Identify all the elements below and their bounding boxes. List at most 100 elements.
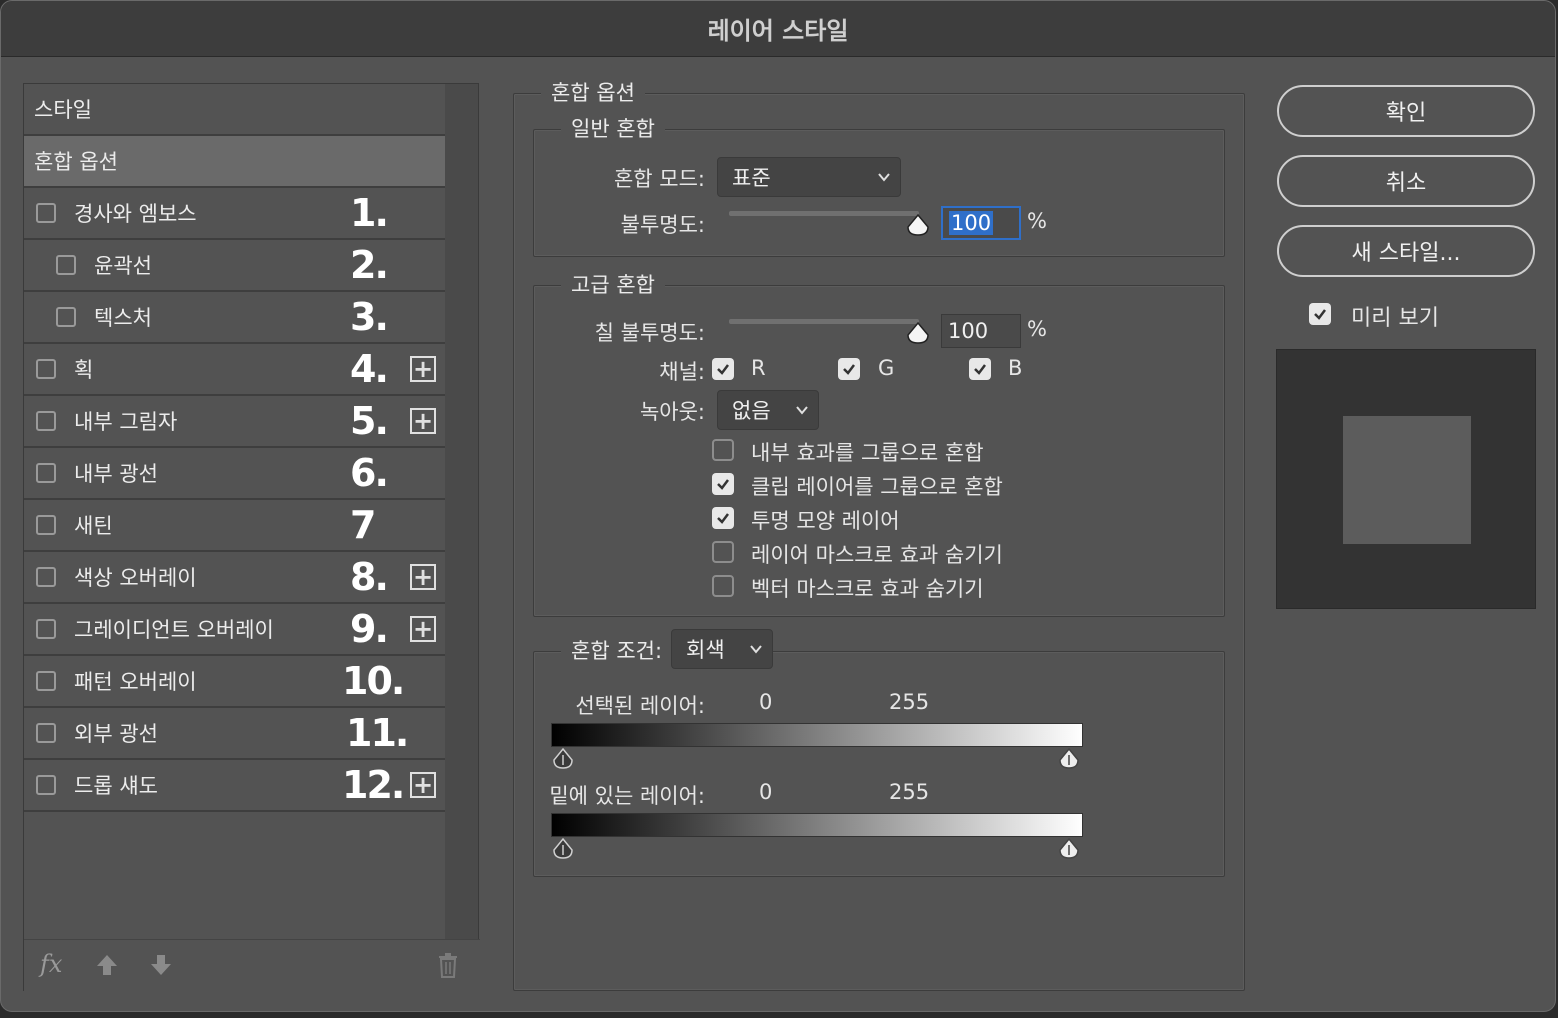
add-icon[interactable]: + — [410, 616, 436, 642]
preview-checkbox[interactable] — [1309, 303, 1331, 325]
checkmark-icon — [717, 479, 729, 490]
fill-opacity-value: 100 — [948, 319, 989, 343]
opacity-input[interactable]: 100 — [941, 206, 1021, 240]
style-item-label: 외부 광선 — [74, 722, 158, 746]
style-item-label: 텍스처 — [94, 306, 152, 330]
preview-label: 미리 보기 — [1351, 306, 1439, 331]
this-layer-gradient — [551, 723, 1083, 747]
style-checkbox[interactable] — [36, 411, 56, 431]
arrow-up-icon[interactable] — [94, 952, 120, 984]
blend-clipped-layers-checkbox[interactable] — [712, 473, 734, 495]
opacity-slider-thumb[interactable] — [905, 213, 931, 237]
style-number: 9. — [350, 607, 389, 651]
this-layer-black-handle[interactable] — [551, 747, 575, 771]
checkmark-icon — [1314, 309, 1326, 320]
style-number: 11. — [346, 711, 409, 755]
style-item-satin[interactable]: 새틴 7 — [24, 500, 446, 552]
channel-r-checkbox[interactable] — [712, 358, 734, 380]
this-layer-label: 선택된 레이어: — [575, 694, 705, 718]
transparency-shapes-checkbox[interactable] — [712, 507, 734, 529]
underlying-black-handle[interactable] — [551, 837, 575, 861]
style-checkbox[interactable] — [36, 567, 56, 587]
styles-header[interactable]: 스타일 — [24, 84, 446, 136]
style-item-outer-glow[interactable]: 외부 광선 11. — [24, 708, 446, 760]
style-item-label: 내부 광선 — [74, 462, 158, 486]
style-number: 12. — [342, 763, 405, 807]
blend-mode-select[interactable]: 표준 — [717, 157, 901, 197]
ok-button[interactable]: 확인 — [1277, 85, 1535, 137]
style-checkbox[interactable] — [36, 463, 56, 483]
fill-opacity-slider-track[interactable] — [729, 319, 919, 324]
fill-opacity-percent: % — [1027, 317, 1047, 341]
opacity-slider-track[interactable] — [729, 211, 919, 216]
style-item-label: 새틴 — [74, 514, 113, 538]
style-item-bevel-emboss[interactable]: 경사와 엠보스 1. — [24, 188, 446, 240]
blend-mode-value: 표준 — [732, 166, 771, 190]
style-checkbox[interactable] — [36, 671, 56, 691]
fx-icon[interactable]: fx — [40, 950, 62, 978]
style-checkbox[interactable] — [36, 359, 56, 379]
fill-opacity-input[interactable]: 100 — [941, 314, 1021, 348]
fill-opacity-slider-thumb[interactable] — [905, 321, 931, 345]
channel-b-label: B — [1008, 356, 1023, 380]
underlying-layer-label: 밑에 있는 레이어: — [549, 784, 705, 808]
style-item-texture[interactable]: 텍스처 3. — [24, 292, 446, 344]
styles-list: 스타일 혼합 옵션 경사와 엠보스 1. 윤곽선 2. 텍스처 3. 획 4. … — [24, 84, 446, 939]
style-number: 1. — [350, 191, 389, 235]
layer-mask-hides-label: 레이어 마스크로 효과 숨기기 — [751, 543, 1003, 567]
chevron-down-icon — [796, 406, 808, 415]
blend-interior-effects-checkbox[interactable] — [712, 439, 734, 461]
style-preview — [1276, 349, 1536, 609]
style-checkbox[interactable] — [36, 723, 56, 743]
add-icon[interactable]: + — [410, 356, 436, 382]
style-item-inner-shadow[interactable]: 내부 그림자 5. + — [24, 396, 446, 448]
style-checkbox[interactable] — [36, 203, 56, 223]
style-checkbox[interactable] — [56, 255, 76, 275]
style-item-contour[interactable]: 윤곽선 2. — [24, 240, 446, 292]
style-item-label: 윤곽선 — [94, 254, 152, 278]
style-item-color-overlay[interactable]: 색상 오버레이 8. + — [24, 552, 446, 604]
styles-header-label: 스타일 — [34, 98, 92, 122]
cancel-button[interactable]: 취소 — [1277, 155, 1535, 207]
style-item-gradient-overlay[interactable]: 그레이디언트 오버레이 9. + — [24, 604, 446, 656]
style-item-label: 그레이디언트 오버레이 — [74, 618, 274, 642]
style-item-label: 패턴 오버레이 — [74, 670, 197, 694]
style-checkbox[interactable] — [36, 515, 56, 535]
style-number: 7 — [350, 503, 376, 547]
style-item-stroke[interactable]: 획 4. + — [24, 344, 446, 396]
add-icon[interactable]: + — [410, 408, 436, 434]
blend-if-select[interactable]: 회색 — [671, 629, 773, 669]
channel-g-label: G — [878, 356, 895, 380]
checkmark-icon — [717, 513, 729, 524]
channel-b-checkbox[interactable] — [969, 358, 991, 380]
arrow-down-icon[interactable] — [148, 952, 174, 984]
opacity-label: 불투명도: — [620, 213, 705, 237]
knockout-select[interactable]: 없음 — [717, 390, 819, 430]
vector-mask-hides-label: 벡터 마스크로 효과 숨기기 — [751, 577, 984, 601]
styles-scrollbar[interactable] — [445, 84, 478, 939]
knockout-label: 녹아웃: — [639, 400, 705, 424]
checkmark-icon — [717, 364, 729, 375]
vector-mask-hides-checkbox[interactable] — [712, 575, 734, 597]
channel-r-label: R — [751, 356, 766, 380]
style-checkbox[interactable] — [56, 307, 76, 327]
new-style-button[interactable]: 새 스타일... — [1277, 225, 1535, 277]
style-item-label: 경사와 엠보스 — [74, 202, 197, 226]
add-icon[interactable]: + — [410, 564, 436, 590]
chevron-down-icon — [878, 173, 890, 182]
layer-mask-hides-checkbox[interactable] — [712, 541, 734, 563]
underlying-white-handle[interactable] — [1057, 837, 1081, 861]
style-number: 8. — [350, 555, 389, 599]
style-item-pattern-overlay[interactable]: 패턴 오버레이 10. — [24, 656, 446, 708]
channel-g-checkbox[interactable] — [838, 358, 860, 380]
style-item-blending-options[interactable]: 혼합 옵션 — [24, 136, 446, 188]
this-layer-white-handle[interactable] — [1057, 747, 1081, 771]
style-checkbox[interactable] — [36, 775, 56, 795]
style-item-drop-shadow[interactable]: 드롭 섀도 12. + — [24, 760, 446, 812]
checkmark-icon — [974, 364, 986, 375]
trash-icon[interactable] — [436, 952, 460, 984]
add-icon[interactable]: + — [410, 772, 436, 798]
blend-mode-label: 혼합 모드: — [613, 167, 705, 191]
style-item-inner-glow[interactable]: 내부 광선 6. — [24, 448, 446, 500]
style-checkbox[interactable] — [36, 619, 56, 639]
